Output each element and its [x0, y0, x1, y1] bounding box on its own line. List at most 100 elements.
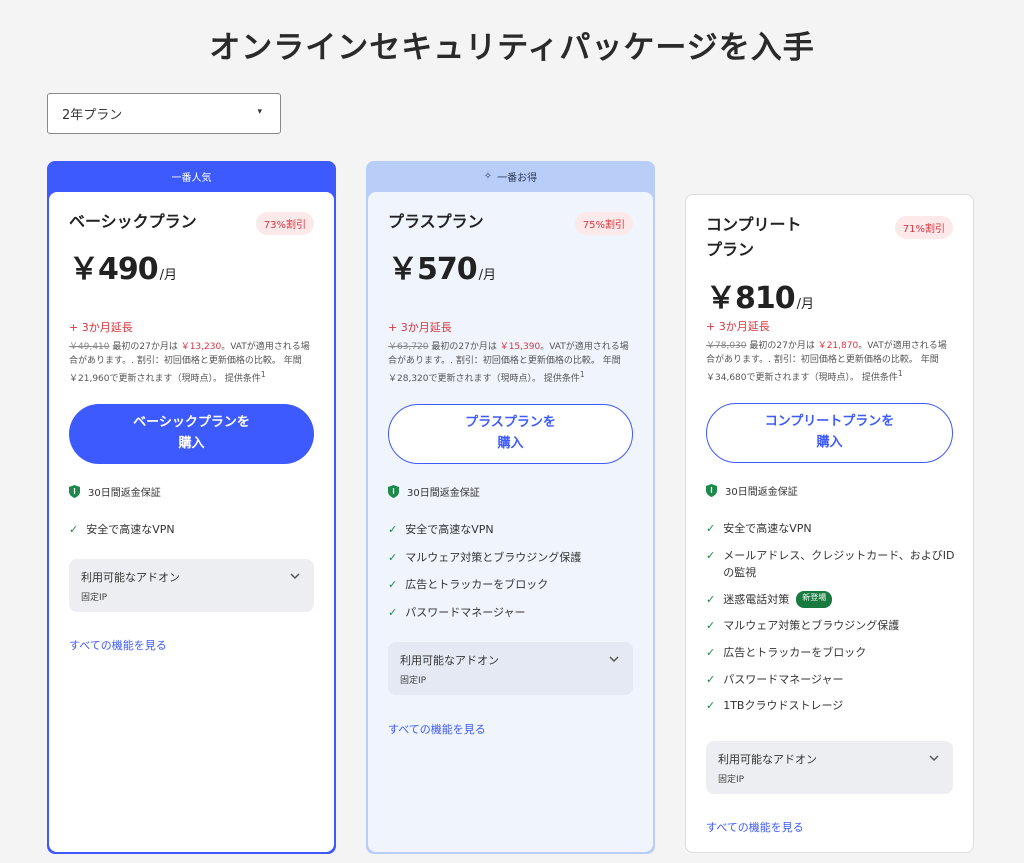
feature-item: ✓ メールアドレス、クレジットカード、およびIDの監視	[706, 547, 959, 582]
feature-item: ✓ マルウェア対策とブラウジング保護	[706, 617, 959, 635]
regular-price: ￥63,720	[388, 342, 429, 352]
plan-duration-select[interactable]: 2年プラン ▾	[47, 93, 281, 134]
price-unit: /月	[159, 268, 178, 283]
price-unit: /月	[478, 268, 497, 283]
feature-item: ✓ 安全で高速なVPN	[69, 521, 320, 539]
feature-item: ✓ マルウェア対策とブラウジング保護	[388, 549, 639, 567]
first-term-label: 最初の27か月は	[431, 342, 497, 352]
best-deal-ribbon: ✧ 一番お得	[366, 161, 655, 192]
extension-text: + 3か月延長	[706, 320, 770, 333]
feature-label: 1TBクラウドストレージ	[723, 699, 844, 713]
check-icon: ✓	[388, 605, 398, 619]
shield-icon	[706, 484, 717, 497]
shield-icon	[69, 485, 80, 498]
plan-name: ベーシックプラン	[69, 212, 197, 231]
footnote-marker: 1	[579, 369, 585, 379]
buy-complete-button[interactable]: コンプリートプランを 購入	[706, 403, 953, 463]
first-term-label: 最初の27か月は	[112, 342, 178, 352]
price: ￥570 /月	[388, 244, 496, 288]
feature-item: ✓ 迷惑電話対策 新登場	[706, 590, 959, 609]
check-icon: ✓	[706, 548, 716, 562]
discount-badge: 71%割引	[894, 216, 953, 239]
feature-label: 広告とトラッカーをブロック	[723, 645, 867, 659]
money-back-guarantee: 30日間返金保証	[388, 484, 480, 499]
feature-label: マルウェア対策とブラウジング保護	[405, 550, 582, 564]
see-all-features-link[interactable]: すべての機能を見る	[69, 637, 167, 653]
feature-label: 安全で高速なVPN	[405, 523, 494, 536]
feature-item: ✓ 安全で高速なVPN	[706, 520, 959, 538]
extension-text: + 3か月延長	[388, 321, 452, 334]
basic-plan-card: 一番人気 ベーシックプラン 73%割引 ￥490 /月 + 3か月延長 ￥49,…	[47, 161, 336, 854]
check-icon: ✓	[706, 672, 716, 686]
feature-item: ✓ パスワードマネージャー	[706, 671, 959, 689]
basic-plan-body: ベーシックプラン 73%割引 ￥490 /月 + 3か月延長 ￥49,410 最…	[49, 192, 334, 852]
addon-accordion[interactable]: 利用可能なアドオン 固定IP	[706, 741, 953, 794]
addon-accordion[interactable]: 利用可能なアドオン 固定IP	[388, 642, 633, 695]
feature-label: 広告とトラッカーをブロック	[405, 578, 549, 592]
money-back-guarantee: 30日間返金保証	[69, 484, 161, 499]
money-back-guarantee: 30日間返金保証	[706, 483, 798, 498]
sparkle-icon: ✧	[483, 171, 493, 182]
feature-list: ✓ 安全で高速なVPN ✓ メールアドレス、クレジットカード、およびIDの監視 ✓ 迷…	[706, 520, 959, 715]
addon-title: 利用可能なアドオン	[718, 753, 817, 766]
buy-plus-button[interactable]: プラスプランを 購入	[388, 404, 633, 464]
popular-ribbon: 一番人気	[47, 161, 336, 192]
price: ￥490 /月	[69, 244, 177, 288]
discount-badge: 75%割引	[574, 212, 633, 235]
check-icon: ✓	[706, 522, 716, 535]
first-term-price: ￥13,230	[180, 342, 222, 352]
feature-item: ✓ 安全で高速なVPN	[388, 521, 639, 539]
price-amount: ￥570	[388, 252, 478, 287]
regular-price: ￥49,410	[69, 342, 110, 352]
feature-label: 安全で高速なVPN	[86, 523, 175, 536]
see-all-features-link[interactable]: すべての機能を見る	[388, 721, 486, 737]
pricing-terms: ￥78,030 最初の27か月は ￥21,870。VATが適用される場合がありま…	[706, 340, 955, 386]
guarantee-label: 30日間返金保証	[88, 488, 161, 499]
check-icon: ✓	[706, 699, 716, 713]
discount-badge: 73%割引	[255, 212, 314, 235]
price-amount: ￥490	[69, 252, 159, 287]
footnote-marker: 1	[897, 368, 903, 378]
feature-item: ✓ パスワードマネージャー	[388, 604, 639, 622]
addon-item: 固定IP	[400, 676, 427, 686]
feature-label: マルウェア対策とブラウジング保護	[723, 619, 900, 633]
first-term-price: ￥15,390	[499, 342, 541, 352]
plan-duration-value: 2年プラン	[62, 108, 123, 123]
caret-down-icon: ▾	[257, 107, 262, 117]
feature-label: メールアドレス、クレジットカード、およびIDの監視	[723, 548, 955, 580]
buy-basic-button[interactable]: ベーシックプランを 購入	[69, 404, 314, 464]
plan-name: プラスプラン	[388, 212, 484, 231]
pricing-terms: ￥49,410 最初の27か月は ￥13,230。VATが適用される場合がありま…	[69, 341, 316, 387]
ribbon-label: 一番お得	[497, 173, 538, 184]
plus-plan-card: ✧ 一番お得 プラスプラン 75%割引 ￥570 /月 + 3か月延長 ￥63,…	[366, 161, 655, 854]
check-icon: ✓	[706, 645, 716, 659]
feature-label: 迷惑電話対策	[723, 592, 790, 606]
addon-title: 利用可能なアドオン	[81, 571, 180, 584]
feature-label: パスワードマネージャー	[405, 605, 526, 619]
footnote-marker: 1	[260, 369, 266, 379]
complete-plan-card: コンプリート プラン 71%割引 ￥810 /月 + 3か月延長 ￥78,030…	[685, 194, 974, 853]
first-term-price: ￥21,870	[817, 341, 859, 351]
feature-list: ✓ 安全で高速なVPN ✓ マルウェア対策とブラウジング保護 ✓ 広告とトラッカーをブ…	[388, 521, 639, 621]
feature-item: ✓ 広告とトラッカーをブロック	[706, 644, 959, 662]
addon-accordion[interactable]: 利用可能なアドオン 固定IP	[69, 559, 314, 612]
chevron-down-icon	[609, 656, 619, 663]
see-all-features-link[interactable]: すべての機能を見る	[706, 819, 804, 835]
extension-text: + 3か月延長	[69, 321, 133, 334]
feature-label: パスワードマネージャー	[723, 672, 844, 686]
addon-item: 固定IP	[81, 593, 108, 603]
shield-icon	[388, 485, 399, 498]
first-term-label: 最初の27か月は	[749, 341, 815, 351]
regular-price: ￥78,030	[706, 341, 747, 351]
check-icon: ✓	[706, 592, 716, 606]
plus-plan-body: プラスプラン 75%割引 ￥570 /月 + 3か月延長 ￥63,720 最初の…	[368, 192, 653, 852]
chevron-down-icon	[290, 573, 300, 580]
new-badge: 新登場	[796, 590, 833, 609]
check-icon: ✓	[69, 523, 79, 536]
check-icon: ✓	[706, 619, 716, 633]
check-icon: ✓	[388, 578, 398, 592]
price-unit: /月	[796, 297, 815, 312]
check-icon: ✓	[388, 523, 398, 536]
guarantee-label: 30日間返金保証	[725, 487, 798, 498]
page-title: オンラインセキュリティパッケージを入手	[209, 30, 815, 66]
